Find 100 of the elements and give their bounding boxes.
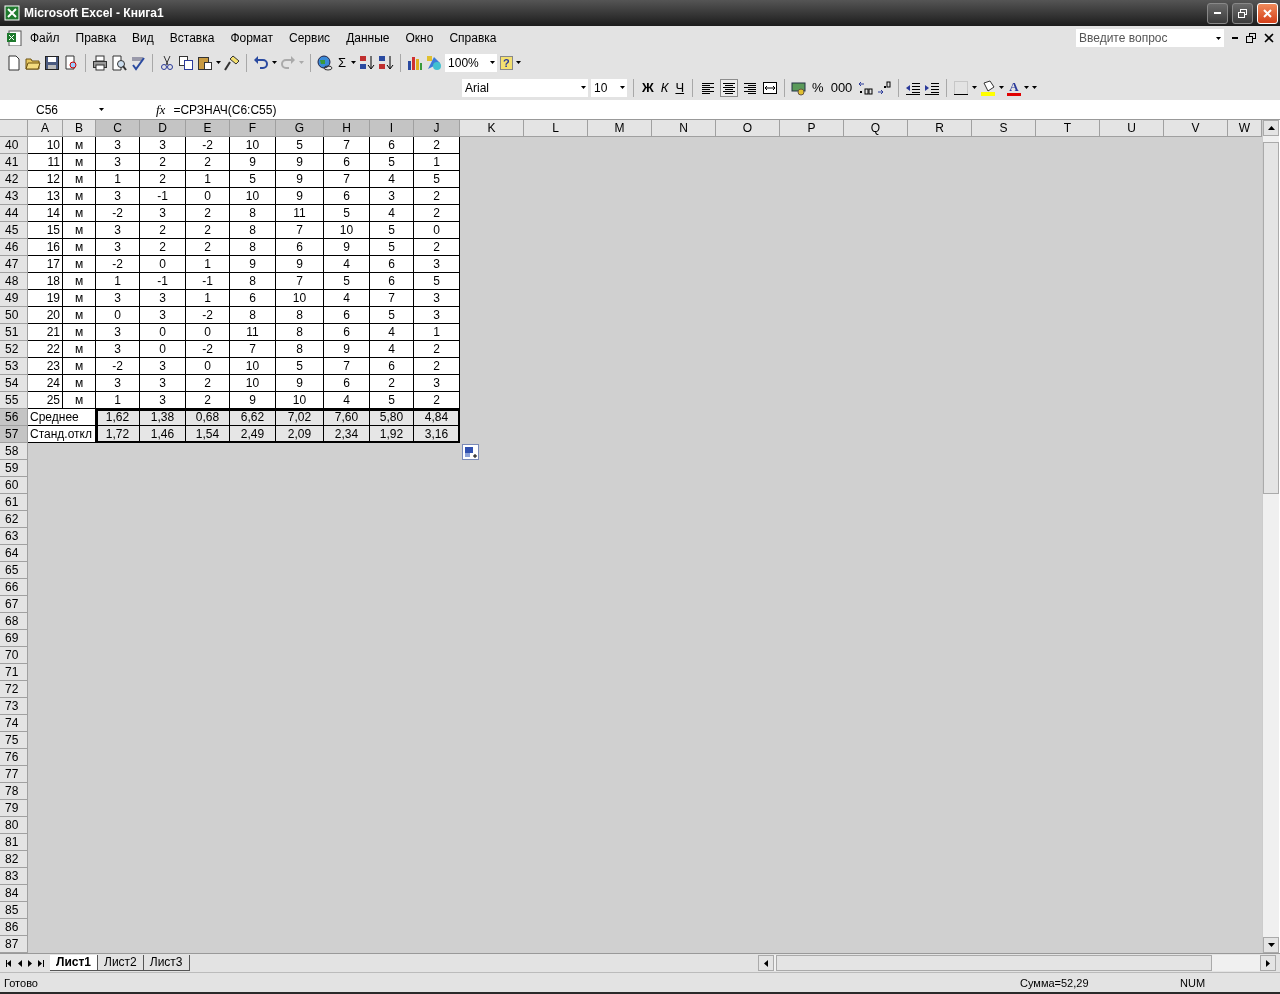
- decrease-decimal-icon[interactable]: [876, 79, 893, 96]
- column-header[interactable]: U: [1100, 120, 1164, 137]
- row-header[interactable]: 48: [0, 273, 28, 290]
- close-icon[interactable]: [1264, 33, 1274, 43]
- row-header[interactable]: 72: [0, 681, 28, 698]
- column-header[interactable]: S: [972, 120, 1036, 137]
- sort-descending-icon[interactable]: [378, 54, 395, 71]
- text-style-button[interactable]: Ч: [673, 80, 687, 95]
- print-preview-icon[interactable]: [111, 54, 127, 71]
- row-header[interactable]: 87: [0, 936, 28, 953]
- fill-color-icon[interactable]: [980, 79, 997, 96]
- row-header[interactable]: 64: [0, 545, 28, 562]
- column-header[interactable]: G: [276, 120, 324, 137]
- sheet-tab[interactable]: Лист2: [98, 955, 144, 971]
- row-header[interactable]: 67: [0, 596, 28, 613]
- column-header[interactable]: K: [460, 120, 524, 137]
- save-icon[interactable]: [44, 54, 60, 71]
- row-header[interactable]: 62: [0, 511, 28, 528]
- row-header[interactable]: 56: [0, 409, 28, 426]
- column-header[interactable]: M: [588, 120, 652, 137]
- menu-item[interactable]: Правка: [67, 31, 125, 45]
- undo-icon[interactable]: [253, 54, 269, 71]
- menu-item[interactable]: Вид: [124, 31, 162, 45]
- menu-item[interactable]: Окно: [397, 31, 442, 45]
- menu-item[interactable]: Данные: [338, 31, 398, 45]
- column-header[interactable]: O: [716, 120, 780, 137]
- menu-item[interactable]: Сервис: [281, 31, 339, 45]
- caret-icon[interactable]: [972, 86, 978, 89]
- borders-icon[interactable]: [953, 79, 970, 96]
- number-format-button[interactable]: %: [810, 80, 826, 95]
- row-header[interactable]: 69: [0, 630, 28, 647]
- row-header[interactable]: 57: [0, 426, 28, 443]
- column-header[interactable]: B: [63, 120, 96, 137]
- row-header[interactable]: 53: [0, 358, 28, 375]
- format-painter-icon[interactable]: [224, 54, 240, 71]
- row-header[interactable]: 75: [0, 732, 28, 749]
- row-header[interactable]: 52: [0, 341, 28, 358]
- row-header[interactable]: 55: [0, 392, 28, 409]
- workbook-icon[interactable]: [6, 30, 22, 46]
- row-header[interactable]: 54: [0, 375, 28, 392]
- first-sheet-icon[interactable]: [6, 959, 12, 967]
- column-header[interactable]: T: [1036, 120, 1100, 137]
- currency-icon[interactable]: [791, 79, 808, 96]
- globe-link-icon[interactable]: [317, 54, 333, 71]
- row-header[interactable]: 85: [0, 902, 28, 919]
- caret-icon[interactable]: [999, 86, 1005, 89]
- row-header[interactable]: 59: [0, 460, 28, 477]
- column-header[interactable]: N: [652, 120, 716, 137]
- menu-item[interactable]: Справка: [441, 31, 505, 45]
- row-header[interactable]: 71: [0, 664, 28, 681]
- print-icon[interactable]: [92, 54, 108, 71]
- row-header[interactable]: 42: [0, 171, 28, 188]
- spreadsheet-app-icon[interactable]: [4, 5, 20, 21]
- row-header[interactable]: 51: [0, 324, 28, 341]
- column-header[interactable]: W: [1228, 120, 1262, 137]
- menu-item[interactable]: Файл: [22, 31, 68, 45]
- zoom-field[interactable]: 100%: [445, 53, 498, 72]
- column-header[interactable]: C: [96, 120, 140, 137]
- row-header[interactable]: 68: [0, 613, 28, 630]
- align-center-button[interactable]: [720, 78, 739, 97]
- restore-button[interactable]: [1232, 2, 1253, 24]
- font-color-button[interactable]: A: [1007, 79, 1021, 96]
- scroll-up-button[interactable]: [1263, 120, 1279, 136]
- scroll-down-button[interactable]: [1263, 937, 1279, 953]
- caret-icon[interactable]: [515, 61, 521, 64]
- increase-decimal-icon[interactable]: [857, 79, 874, 96]
- row-header[interactable]: 40: [0, 137, 28, 154]
- font-field[interactable]: Arial: [462, 78, 588, 97]
- row-header[interactable]: 70: [0, 647, 28, 664]
- bar-chart-icon[interactable]: [407, 54, 424, 71]
- help-button[interactable]: ?: [500, 55, 513, 70]
- sheet-tab[interactable]: Лист3: [143, 955, 190, 971]
- text-style-button[interactable]: К: [658, 80, 671, 95]
- sheet-tab[interactable]: Лист1: [50, 955, 99, 971]
- column-header[interactable]: I: [370, 120, 414, 137]
- row-header[interactable]: 41: [0, 154, 28, 171]
- row-header[interactable]: 45: [0, 222, 28, 239]
- row-header[interactable]: 58: [0, 443, 28, 460]
- next-sheet-icon[interactable]: [28, 959, 32, 967]
- caret-icon[interactable]: [1216, 36, 1221, 40]
- row-header[interactable]: 86: [0, 919, 28, 936]
- previous-sheet-icon[interactable]: [18, 959, 22, 967]
- row-header[interactable]: 50: [0, 307, 28, 324]
- row-header[interactable]: 47: [0, 256, 28, 273]
- caret-icon[interactable]: [581, 86, 586, 89]
- autosum-button[interactable]: Σ: [336, 55, 349, 70]
- new-document-icon[interactable]: [6, 54, 22, 71]
- row-header[interactable]: 82: [0, 851, 28, 868]
- cut-icon[interactable]: [159, 54, 175, 71]
- row-header[interactable]: 74: [0, 715, 28, 732]
- column-header[interactable]: J: [414, 120, 460, 137]
- text-style-button[interactable]: Ж: [640, 80, 656, 95]
- scroll-thumb[interactable]: [776, 955, 1212, 971]
- row-header[interactable]: 60: [0, 477, 28, 494]
- row-header[interactable]: 76: [0, 749, 28, 766]
- row-header[interactable]: 80: [0, 817, 28, 834]
- row-header[interactable]: 79: [0, 800, 28, 817]
- column-header[interactable]: D: [140, 120, 186, 137]
- caret-icon[interactable]: [216, 61, 221, 64]
- column-header[interactable]: F: [230, 120, 276, 137]
